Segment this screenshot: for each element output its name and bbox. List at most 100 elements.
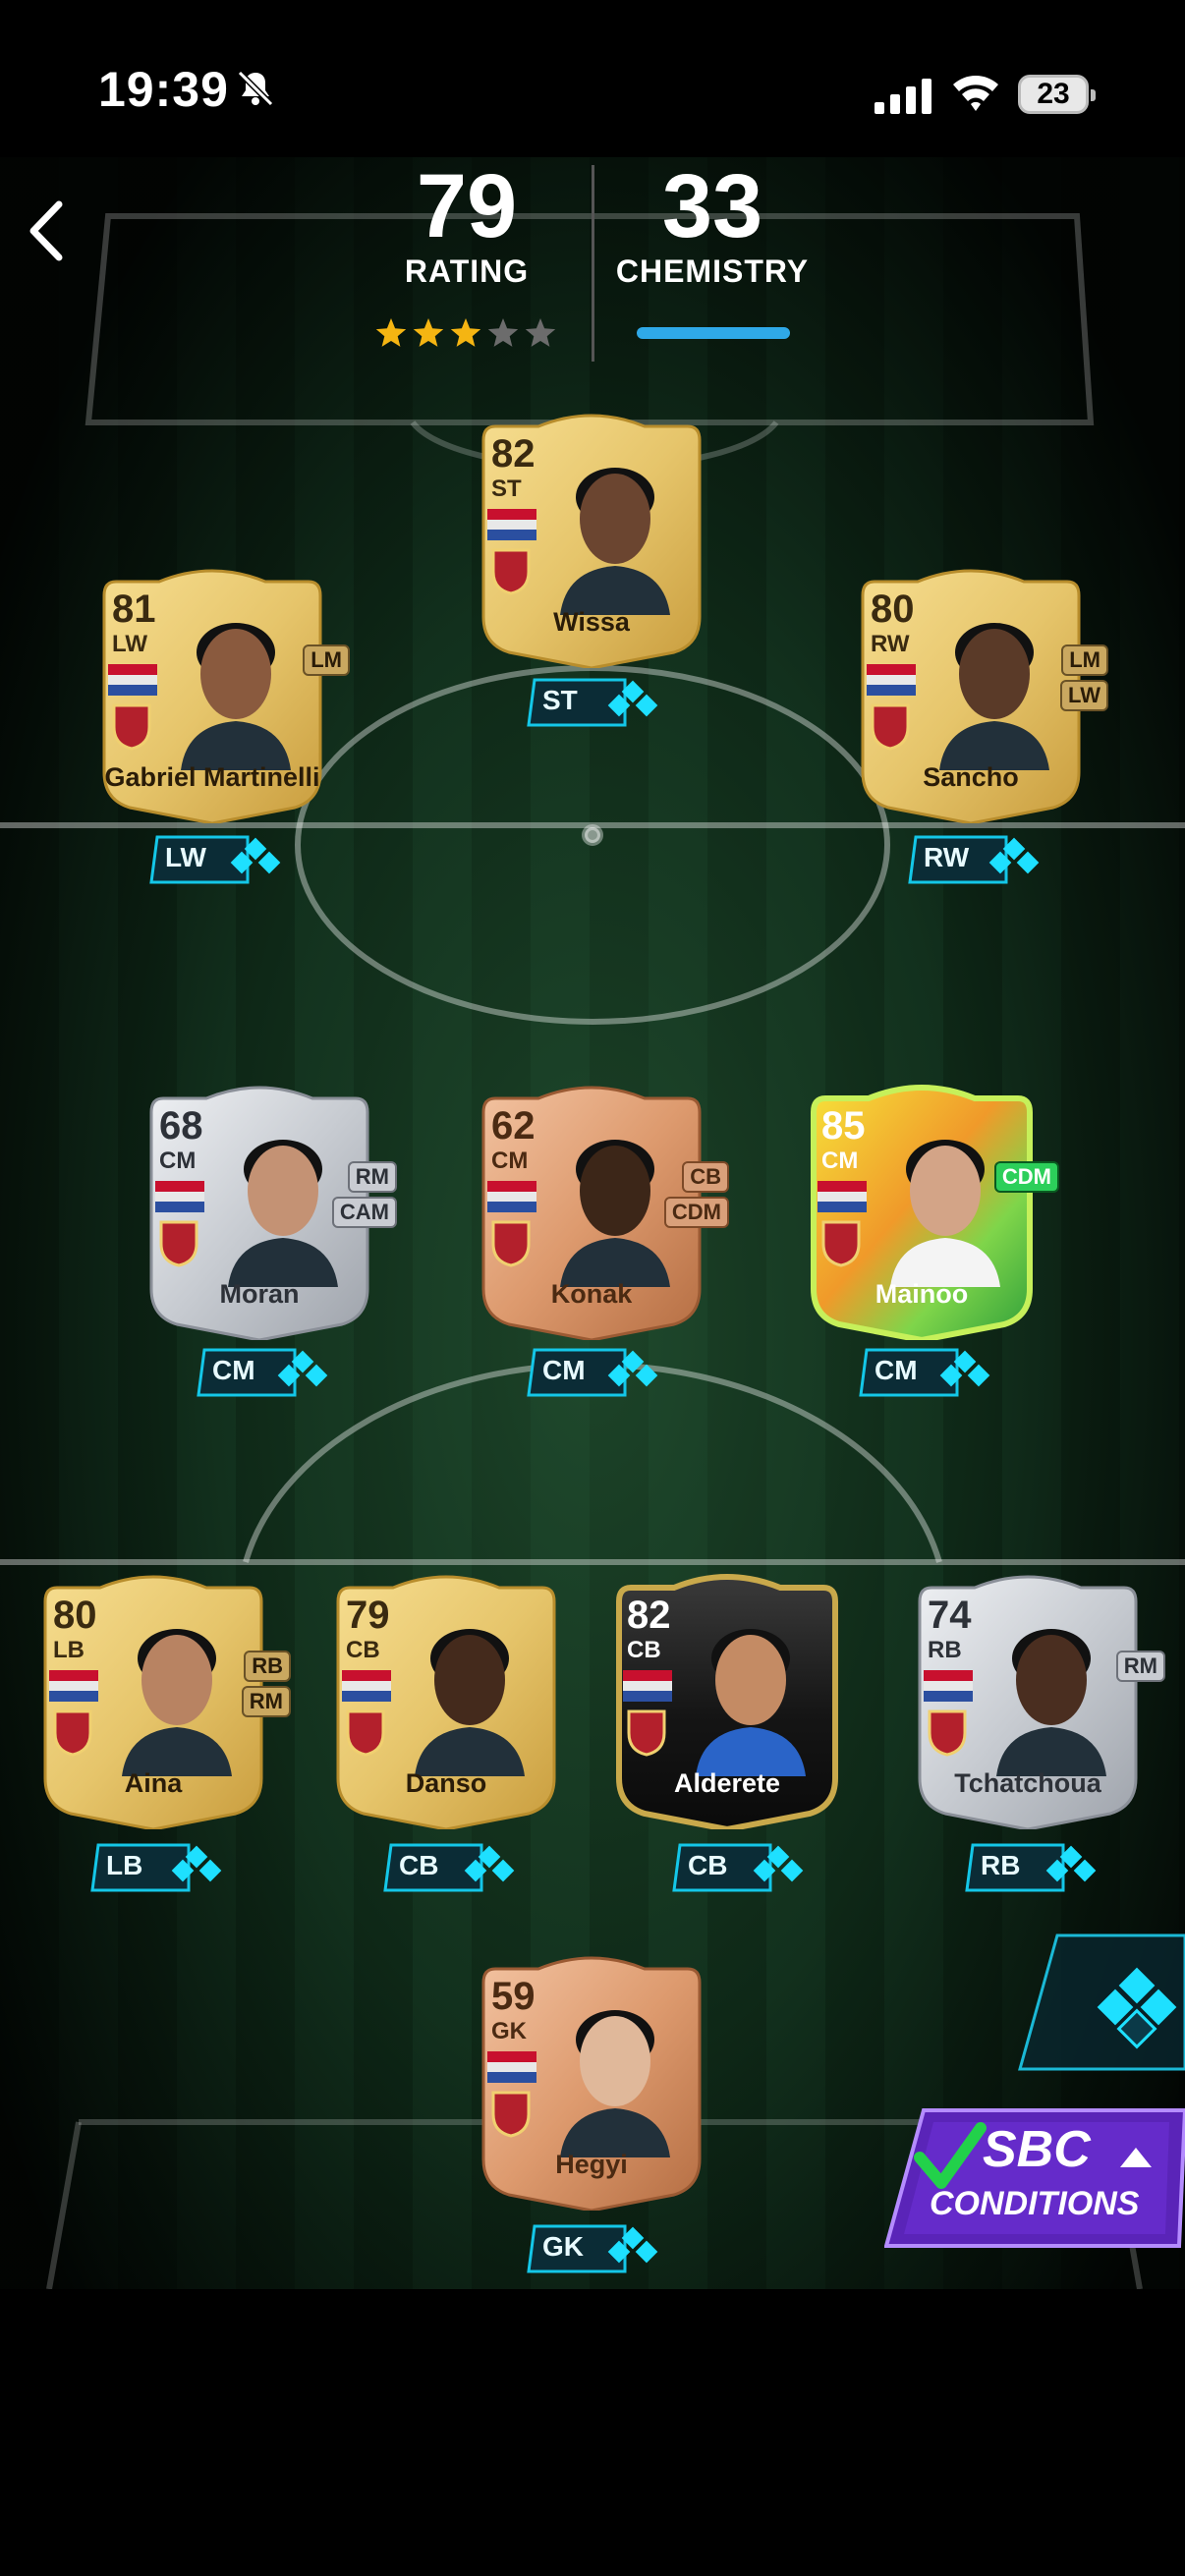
player-name: Gabriel Martinelli: [104, 762, 320, 792]
star-icon: [525, 318, 556, 347]
player-position: CM: [491, 1148, 529, 1174]
chip-position-label: LB: [106, 1850, 143, 1880]
squad-chemistry: 33 CHEMISTRY: [609, 159, 816, 290]
player-card-alderete[interactable]: 82 CB Alderete: [613, 1562, 841, 1829]
club-badge-icon: [491, 548, 531, 595]
position-chip-hegyi[interactable]: GK: [527, 2224, 674, 2273]
player-card-martinelli[interactable]: 81 LW Gabriel Martinelli LM: [98, 556, 350, 823]
chip-position-label: GK: [542, 2231, 584, 2262]
player-photo: [560, 1140, 670, 1287]
player-name: Hegyi: [555, 2150, 628, 2179]
player-position: LB: [53, 1637, 85, 1663]
battery-indicator: 23: [1018, 75, 1096, 114]
star-icon: [413, 318, 444, 347]
player-name: Konak: [550, 1279, 633, 1309]
player-photo: [228, 1140, 338, 1287]
player-card-aina[interactable]: 80 LB Aina RB RM: [39, 1562, 291, 1829]
player-rating: 59: [491, 1975, 536, 2018]
alt-position-badge: CDM: [993, 1161, 1059, 1193]
player-position: CM: [821, 1148, 859, 1174]
player-card-hegyi[interactable]: 59 GK Hegyi: [478, 1943, 705, 2211]
position-chip-mainoo[interactable]: CM: [859, 1348, 1006, 1397]
player-name: Mainoo: [875, 1279, 969, 1309]
position-chip-sancho[interactable]: RW: [908, 835, 1055, 884]
player-card-moran[interactable]: 68 CM Moran RM CAM: [145, 1073, 397, 1340]
status-bar: 19:39 23: [0, 0, 1185, 157]
club-badge-icon: [346, 1709, 385, 1757]
player-photo: [560, 2010, 670, 2157]
club-badge-icon: [491, 1220, 531, 1267]
player-card-tchatchoua[interactable]: 74 RB Tchatchoua RM: [914, 1562, 1165, 1829]
position-chip-moran[interactable]: CM: [197, 1348, 344, 1397]
player-rating: 85: [821, 1104, 866, 1148]
player-position: ST: [491, 476, 522, 502]
player-rating: 81: [112, 588, 156, 631]
position-chip-konak[interactable]: CM: [527, 1348, 674, 1397]
alt-position-badge: RM: [347, 1161, 397, 1193]
position-chip-aina[interactable]: LB: [90, 1843, 238, 1892]
chip-position-label: CB: [688, 1850, 728, 1880]
chip-position-label: CM: [212, 1355, 255, 1385]
position-chip-wissa[interactable]: ST: [527, 678, 674, 727]
conditions-label: CONDITIONS: [930, 2185, 1140, 2222]
player-card-danso[interactable]: 79 CB Danso: [332, 1562, 560, 1829]
chemistry-label: CHEMISTRY: [615, 253, 810, 289]
player-rating: 79: [346, 1594, 390, 1637]
alt-position-badge: RB: [244, 1651, 291, 1682]
player-rating: 74: [928, 1594, 972, 1637]
player-photo: [890, 1140, 1000, 1287]
player-photo: [181, 623, 291, 770]
player-card-konak[interactable]: 62 CM Konak CB CDM: [478, 1073, 729, 1340]
chip-position-label: CB: [399, 1850, 439, 1880]
stats-divider: [592, 165, 594, 362]
chip-position-label: ST: [542, 685, 578, 715]
club-badge-icon: [928, 1709, 967, 1757]
alt-position-badge: CDM: [663, 1197, 729, 1228]
player-card-wissa[interactable]: 82 ST Wissa: [478, 401, 705, 668]
player-name: Wissa: [553, 607, 630, 637]
player-photo: [560, 468, 670, 615]
position-chip-alderete[interactable]: CB: [672, 1843, 819, 1892]
player-position: CM: [159, 1148, 197, 1174]
sbc-conditions-button[interactable]: SBC CONDITIONS: [884, 2106, 1185, 2254]
player-rating: 68: [159, 1104, 203, 1148]
chip-position-label: CM: [542, 1355, 586, 1385]
nation-flag-icon: [924, 1670, 973, 1702]
player-card-sancho[interactable]: 80 RW Sancho LM LW: [857, 556, 1108, 823]
player-position: RB: [928, 1637, 962, 1663]
player-card-mainoo[interactable]: 85 CM Mainoo CDM: [808, 1073, 1059, 1340]
sbc-label: SBC: [983, 2121, 1091, 2178]
player-position: GK: [491, 2018, 527, 2044]
player-photo: [122, 1629, 232, 1776]
player-rating: 82: [627, 1594, 671, 1637]
back-button[interactable]: [22, 196, 71, 265]
position-chip-martinelli[interactable]: LW: [149, 835, 297, 884]
club-badge-icon: [53, 1709, 92, 1757]
alt-position-badge: RM: [1115, 1651, 1165, 1682]
squad-builder-button[interactable]: [1018, 1933, 1185, 2071]
player-position: CB: [346, 1637, 380, 1663]
chip-position-label: RW: [924, 842, 970, 872]
nation-flag-icon: [623, 1670, 672, 1702]
club-badge-icon: [871, 703, 910, 751]
player-position: RW: [871, 631, 910, 657]
cellular-signal-icon: [875, 79, 931, 114]
position-chip-danso[interactable]: CB: [383, 1843, 531, 1892]
position-chip-tchatchoua[interactable]: RB: [965, 1843, 1112, 1892]
rating-stars: [375, 318, 556, 347]
player-name: Moran: [219, 1279, 300, 1309]
bell-slash-icon: [237, 70, 274, 107]
alt-position-badge: LW: [1060, 680, 1108, 711]
chip-position-label: LW: [165, 842, 206, 872]
player-name: Sancho: [923, 762, 1019, 792]
player-name: Tchatchoua: [954, 1768, 1101, 1798]
player-rating: 80: [871, 588, 915, 631]
nation-flag-icon: [487, 1181, 536, 1212]
player-photo: [996, 1629, 1106, 1776]
nation-flag-icon: [487, 509, 536, 540]
club-badge-icon: [821, 1220, 861, 1267]
player-name: Alderete: [673, 1768, 781, 1798]
squad-rating: 79 RATING: [354, 159, 580, 290]
club-badge-icon: [491, 2091, 531, 2138]
player-rating: 62: [491, 1104, 536, 1148]
